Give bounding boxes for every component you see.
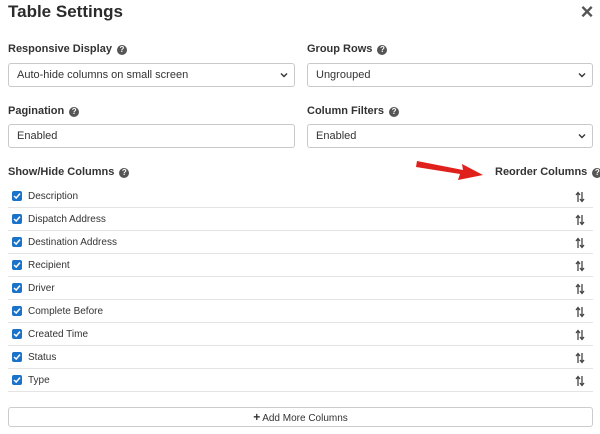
show-hide-columns-label: Show/Hide Columns? — [8, 166, 130, 178]
group-rows-label: Group Rows? — [307, 43, 388, 55]
group-rows-value: Ungrouped — [316, 69, 371, 81]
group-rows-select[interactable]: Ungrouped — [307, 63, 593, 87]
chevron-down-icon — [280, 73, 288, 78]
show-hide-columns-label-text: Show/Hide Columns — [8, 166, 115, 178]
column-checkbox[interactable] — [12, 214, 22, 224]
sort-arrows-icon[interactable] — [575, 328, 585, 341]
help-circle-icon[interactable]: ? — [592, 168, 600, 178]
column-label: Description — [28, 191, 79, 202]
red-arrow-icon — [416, 161, 483, 180]
sort-arrows-icon[interactable] — [575, 213, 585, 226]
check-icon — [13, 216, 21, 223]
column-row[interactable]: Type — [8, 369, 593, 392]
help-circle-icon[interactable]: ? — [119, 168, 130, 178]
sort-arrows-icon[interactable] — [575, 305, 585, 318]
column-checkbox[interactable] — [12, 375, 22, 385]
chevron-down-icon — [578, 134, 586, 139]
responsive-display-label-text: Responsive Display — [8, 43, 112, 55]
sort-arrows-icon[interactable] — [575, 259, 585, 272]
sort-arrows-icon[interactable] — [575, 236, 585, 249]
column-checkbox[interactable] — [12, 260, 22, 270]
column-label: Driver — [28, 283, 55, 294]
column-label: Status — [28, 352, 57, 363]
pagination-label-text: Pagination — [8, 105, 65, 117]
pagination-label: Pagination? — [8, 105, 80, 117]
responsive-display-label: Responsive Display? — [8, 43, 127, 55]
column-label: Type — [28, 375, 50, 386]
column-row[interactable]: Status — [8, 346, 593, 369]
check-icon — [13, 377, 21, 384]
reorder-columns-label: Reorder Columns? — [495, 166, 600, 178]
column-row[interactable]: Dispatch Address — [8, 208, 593, 231]
responsive-display-value: Auto-hide columns on small screen — [17, 69, 189, 81]
column-row[interactable]: Destination Address — [8, 231, 593, 254]
column-checkbox[interactable] — [12, 329, 22, 339]
sort-arrows-icon[interactable] — [575, 351, 585, 364]
check-icon — [13, 239, 21, 246]
column-row[interactable]: Complete Before — [8, 300, 593, 323]
responsive-display-select[interactable]: Auto-hide columns on small screen — [8, 63, 295, 87]
column-checkbox[interactable] — [12, 191, 22, 201]
check-icon — [13, 285, 21, 292]
column-filters-label: Column Filters? — [307, 105, 400, 117]
column-filters-select[interactable]: Enabled — [307, 124, 593, 148]
column-label: Complete Before — [28, 306, 104, 317]
reorder-columns-label-text: Reorder Columns — [495, 166, 588, 178]
close-icon[interactable]: × — [577, 0, 597, 24]
column-checkbox[interactable] — [12, 352, 22, 362]
add-more-columns-button[interactable]: + Add More Columns — [8, 407, 593, 427]
column-label: Created Time — [28, 329, 89, 340]
column-row[interactable]: Created Time — [8, 323, 593, 346]
sort-arrows-icon[interactable] — [575, 374, 585, 387]
help-circle-icon[interactable]: ? — [389, 107, 400, 117]
add-more-columns-label: Add More Columns — [262, 413, 348, 424]
column-row[interactable]: Description — [8, 185, 593, 208]
plus-icon: + — [253, 410, 261, 424]
help-circle-icon[interactable]: ? — [377, 45, 388, 55]
chevron-down-icon — [578, 73, 586, 78]
check-icon — [13, 193, 21, 200]
column-filters-value: Enabled — [316, 130, 357, 142]
group-rows-label-text: Group Rows — [307, 43, 373, 55]
column-row[interactable]: Driver — [8, 277, 593, 300]
pagination-select[interactable]: Enabled — [8, 124, 295, 148]
column-label: Dispatch Address — [28, 214, 106, 225]
column-checkbox[interactable] — [12, 237, 22, 247]
help-circle-icon[interactable]: ? — [116, 45, 127, 55]
column-checkbox[interactable] — [12, 306, 22, 316]
check-icon — [13, 331, 21, 338]
check-icon — [13, 262, 21, 269]
columns-list: Description Dispatch Address Destination A… — [8, 185, 593, 392]
column-label: Recipient — [28, 260, 70, 271]
help-circle-icon[interactable]: ? — [69, 107, 80, 117]
column-checkbox[interactable] — [12, 283, 22, 293]
column-label: Destination Address — [28, 237, 117, 248]
column-filters-label-text: Column Filters — [307, 105, 385, 117]
check-icon — [13, 308, 21, 315]
sort-arrows-icon[interactable] — [575, 190, 585, 203]
column-row[interactable]: Recipient — [8, 254, 593, 277]
sort-arrows-icon[interactable] — [575, 282, 585, 295]
dialog-title: Table Settings — [8, 2, 123, 21]
pagination-value: Enabled — [17, 130, 58, 142]
check-icon — [13, 354, 21, 361]
